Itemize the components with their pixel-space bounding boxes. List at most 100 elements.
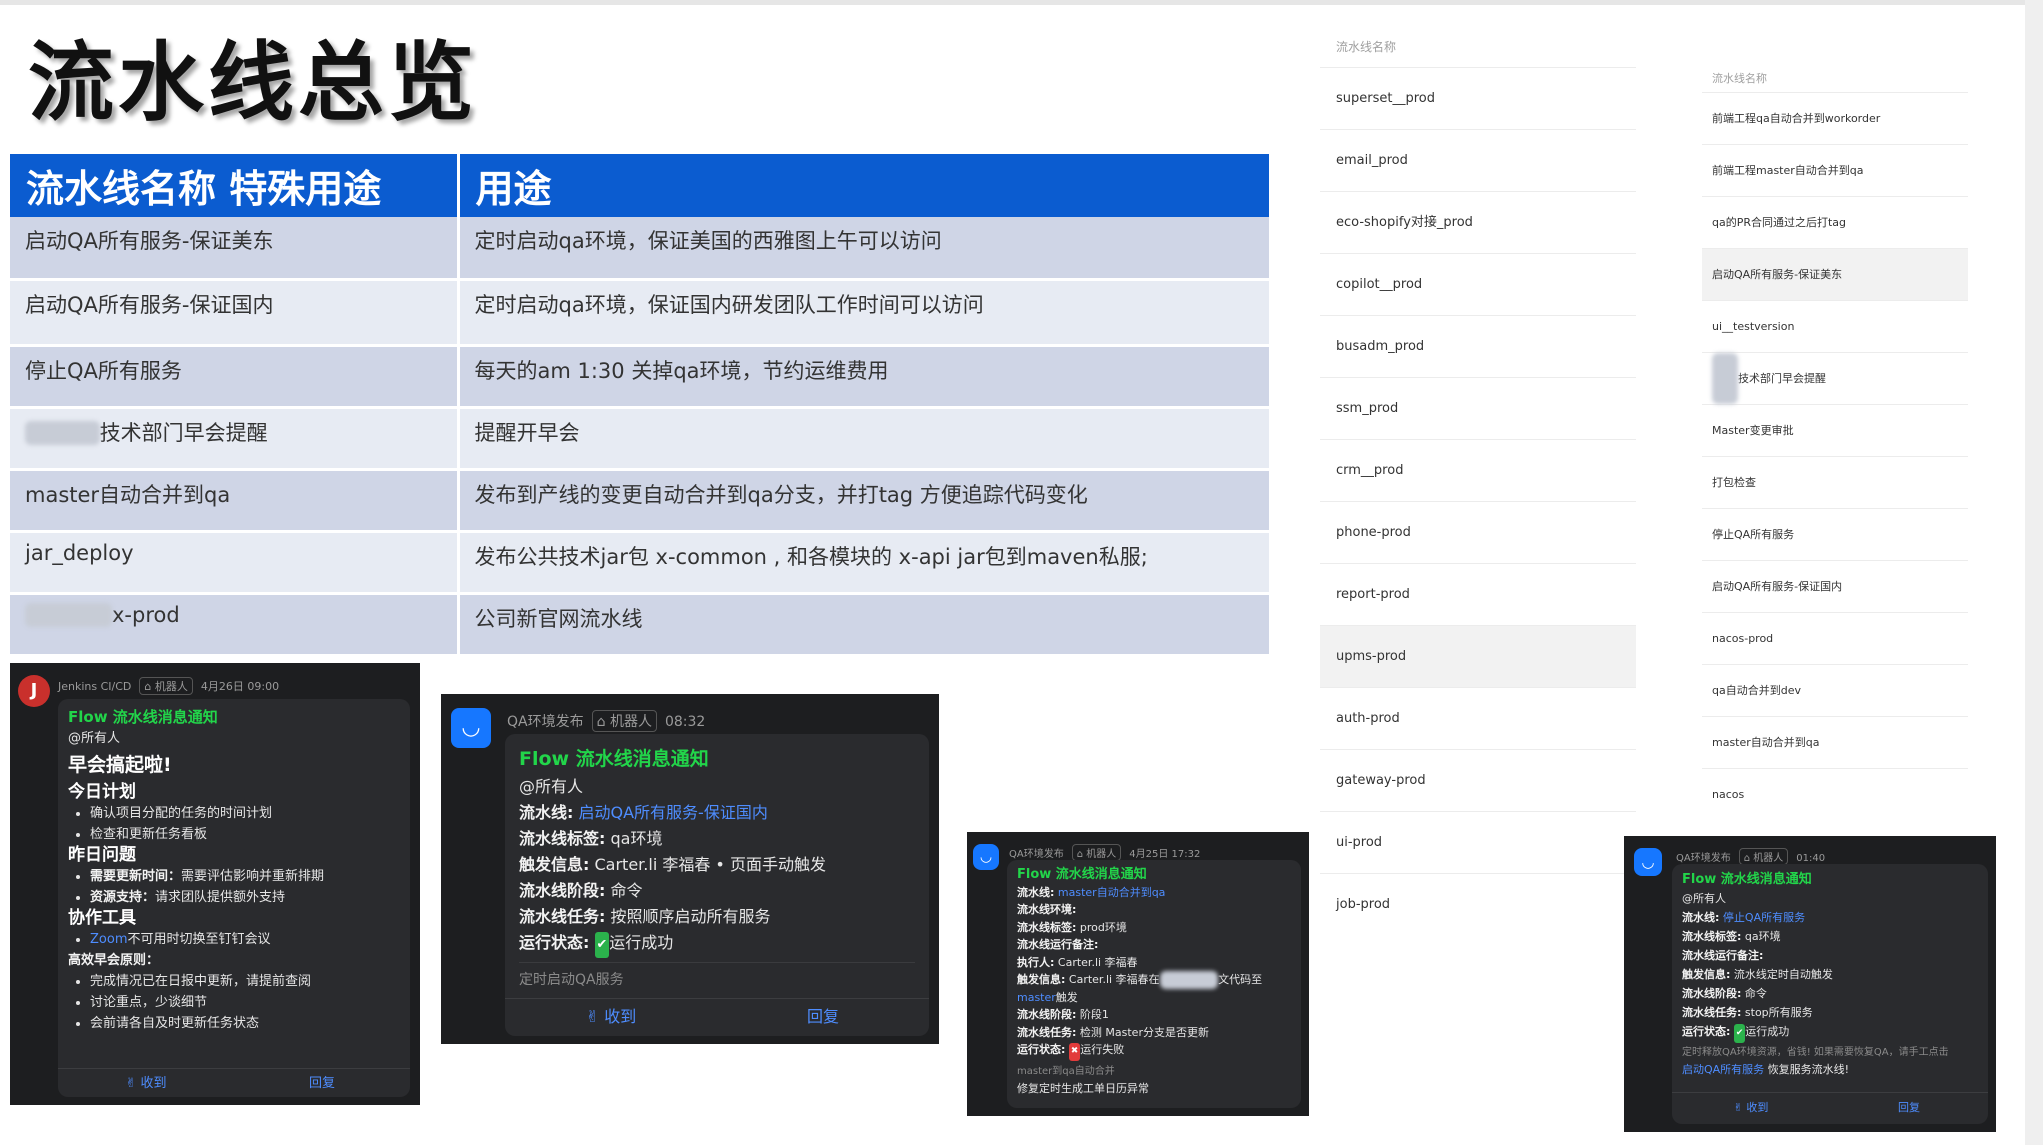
list-item-selected[interactable]: upms-prod xyxy=(1320,626,1636,688)
robot-badge: ⌂ 机器人 xyxy=(139,677,193,695)
robot-label: 机器人 xyxy=(1086,849,1117,860)
list-item[interactable]: 打包检查 xyxy=(1702,457,1968,509)
pipeline-link[interactable]: 停止QA所有服务 xyxy=(1723,911,1805,924)
list-item[interactable]: Master变更审批 xyxy=(1702,405,1968,457)
bot-avatar-icon: ◡ xyxy=(1634,848,1662,876)
list-item: 完成情况已在日报中更新，请提前查阅 xyxy=(90,971,400,992)
list-item[interactable]: nacos-prod xyxy=(1702,613,1968,665)
message-title: Flow 流水线消息通知 xyxy=(1682,872,1812,887)
list-item[interactable]: copilot__prod xyxy=(1320,254,1636,316)
pipeline-name-cell: 启动QA所有服务-保证国内 xyxy=(10,279,460,347)
field-row: 流水线任务: 检测 Master分支是否更新 xyxy=(1017,1024,1291,1042)
list-item-label: 技术部门早会提醒 xyxy=(1738,372,1827,385)
field-value: 运行成功 xyxy=(609,933,674,952)
message-time: 08:32 xyxy=(664,714,706,730)
reply-button[interactable]: 回复 xyxy=(234,1069,410,1099)
field-key: 流水线阶段: xyxy=(1017,1008,1077,1021)
pipeline-link[interactable]: 启动QA所有服务-保证国内 xyxy=(579,803,768,822)
list-item[interactable]: 停止QA所有服务 xyxy=(1702,509,1968,561)
item-value: 需要评估影响并重新排期 xyxy=(181,869,325,884)
list-item[interactable]: ui__testversion xyxy=(1702,301,1968,353)
branch-link[interactable]: master xyxy=(1017,991,1056,1004)
field-row: 流水线阶段: 命令 xyxy=(1682,984,1978,1003)
section-title: 今日计划 xyxy=(68,782,136,802)
field-key: 流水线: xyxy=(519,803,574,822)
redacted-text: xxxxxxx xyxy=(25,602,112,627)
top-border xyxy=(0,0,2043,5)
list-item[interactable]: email_prod xyxy=(1320,130,1636,192)
reply-button[interactable]: 回复 xyxy=(1830,1093,1988,1123)
field-row: 运行状态: ✔ 运行成功 xyxy=(1682,1022,1978,1043)
pipeline-use-cell: 定时启动qa环境，保证美国的西雅图上午可以访问 xyxy=(458,217,1272,281)
list-item[interactable]: busadm_prod xyxy=(1320,316,1636,378)
list-item[interactable]: gateway-prod xyxy=(1320,750,1636,812)
field-value: Carter.li 李福春在 xyxy=(1068,973,1160,986)
message-actions: ✌ 收到 回复 xyxy=(505,998,929,1035)
field-key: 运行状态: xyxy=(1017,1043,1066,1056)
headline: 早会搞起啦! xyxy=(68,754,172,776)
collect-button[interactable]: ✌ 收到 xyxy=(1672,1093,1830,1123)
list-item: 会前请各自及时更新任务状态 xyxy=(90,1013,400,1034)
item-key: 需要更新时间： xyxy=(90,869,182,884)
collect-label: 收到 xyxy=(604,1007,637,1026)
list-item[interactable]: xxxx技术部门早会提醒 xyxy=(1702,353,1968,405)
message-title: Flow 流水线消息通知 xyxy=(519,748,709,770)
window-scrollbar[interactable] xyxy=(2025,0,2043,1145)
list-item[interactable]: crm__prod xyxy=(1320,440,1636,502)
pipeline-use-cell: 定时启动qa环境，保证国内研发团队工作时间可以访问 xyxy=(458,279,1272,347)
list-item[interactable]: ssm_prod xyxy=(1320,378,1636,440)
list-item-selected[interactable]: 启动QA所有服务-保证美东 xyxy=(1702,249,1968,301)
list-item: Zoom不可用时切换至钉钉会议 xyxy=(90,929,400,950)
field-key: 流水线阶段: xyxy=(519,881,606,900)
list-item[interactable]: phone-prod xyxy=(1320,502,1636,564)
pipeline-use-cell: 提醒开早会 xyxy=(458,407,1272,471)
list-item[interactable]: 前端工程master自动合并到qa xyxy=(1702,145,1968,197)
list-item[interactable]: qa自动合并到dev xyxy=(1702,665,1968,717)
list-item[interactable]: qa的PR合同通过之后打tag xyxy=(1702,197,1968,249)
reply-button[interactable]: 回复 xyxy=(717,999,929,1035)
field-key: 流水线任务: xyxy=(519,907,606,926)
list-item[interactable]: auth-prod xyxy=(1320,688,1636,750)
table-row: xxxxxxxx-prod 公司新官网流水线 xyxy=(10,593,1272,657)
field-row: 流水线: 停止QA所有服务 xyxy=(1682,908,1978,927)
list-item[interactable]: master自动合并到qa xyxy=(1702,717,1968,769)
section-list: 需要更新时间：需要评估影响并重新排期 资源支持：请求团队提供额外支持 xyxy=(68,866,400,908)
robot-badge: ⌂ 机器人 xyxy=(1071,844,1122,861)
pipeline-name-cell: 启动QA所有服务-保证美东 xyxy=(10,217,460,281)
field-row: 流水线标签: qa环境 xyxy=(1682,927,1978,946)
message-bubble: Flow 流水线消息通知 @所有人 流水线: 启动QA所有服务-保证国内 流水线… xyxy=(505,734,929,1036)
pipeline-use-cell: 发布公共技术jar包 x-common , 和各模块的 x-api jar包到m… xyxy=(458,531,1272,595)
collect-button[interactable]: ✌ 收到 xyxy=(505,999,717,1035)
robot-badge: ⌂ 机器人 xyxy=(1738,848,1789,865)
field-value: 触发 xyxy=(1055,990,1078,1004)
field-key: 流水线标签: xyxy=(519,829,606,848)
field-row: 流水线: 启动QA所有服务-保证国内 xyxy=(519,800,915,826)
field-key: 流水线标签: xyxy=(1682,930,1742,943)
field-row: 流水线运行备注: xyxy=(1017,936,1291,954)
list-item[interactable]: report-prod xyxy=(1320,564,1636,626)
collect-label: 收到 xyxy=(140,1076,167,1091)
message-actions: ✌ 收到 回复 xyxy=(1672,1092,1988,1123)
note-text: master到qa自动合并 xyxy=(1017,1065,1115,1077)
list-item[interactable]: superset__prod xyxy=(1320,68,1636,130)
message-bubble: Flow 流水线消息通知 流水线: master自动合并到qa 流水线环境: 流… xyxy=(1007,860,1301,1108)
field-value: 运行成功 xyxy=(1745,1025,1790,1038)
collect-button[interactable]: ✌ 收到 xyxy=(58,1069,234,1099)
field-value: 按照顺序启动所有服务 xyxy=(610,907,771,926)
note-text-2: 修复定时生成工单日历异常 xyxy=(1017,1082,1149,1095)
message-time: 4月26日 09:00 xyxy=(200,680,280,693)
list-item[interactable]: ui-prod xyxy=(1320,812,1636,874)
pipeline-link[interactable]: master自动合并到qa xyxy=(1058,886,1166,899)
list-item: 检查和更新任务看板 xyxy=(90,824,400,845)
mention-all: @所有人 xyxy=(1682,892,1726,905)
message-title: Flow 流水线消息通知 xyxy=(68,708,218,726)
note-text: 定时释放QA环境资源，省钱! 如果需要恢复QA，请手工点击 xyxy=(1682,1047,1949,1058)
list-item[interactable]: 启动QA所有服务-保证国内 xyxy=(1702,561,1968,613)
restore-pipeline-link[interactable]: 启动QA所有服务 xyxy=(1682,1063,1764,1076)
list-item[interactable]: job-prod xyxy=(1320,874,1636,935)
list-item[interactable]: eco-shopify对接_prod xyxy=(1320,192,1636,254)
field-value: 命令 xyxy=(610,881,643,900)
zoom-link[interactable]: Zoom xyxy=(90,932,127,947)
list-item[interactable]: 前端工程qa自动合并到workorder xyxy=(1702,93,1968,145)
list-item[interactable]: nacos xyxy=(1702,769,1968,820)
